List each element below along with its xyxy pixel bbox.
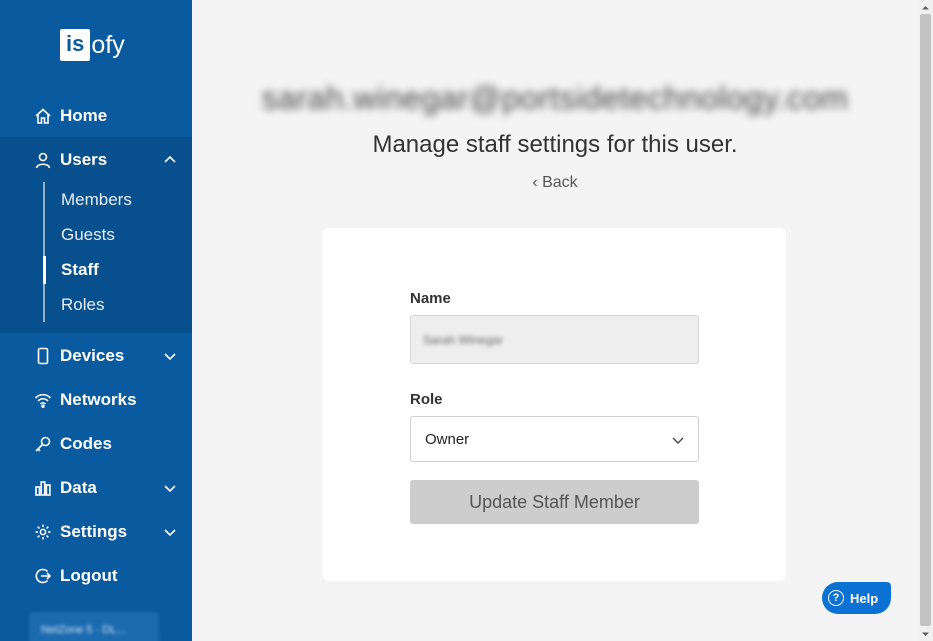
question-icon: ? xyxy=(828,590,844,606)
scroll-up-icon[interactable] xyxy=(921,3,930,12)
sidebar-subitem-staff[interactable]: Staff xyxy=(61,260,99,280)
chevron-down-icon xyxy=(672,437,684,444)
chevron-up-icon xyxy=(164,155,176,163)
help-label: Help xyxy=(850,590,879,606)
submenu-guide-line xyxy=(43,182,45,322)
chevron-down-icon xyxy=(164,353,176,361)
bar-chart-icon xyxy=(34,479,52,497)
home-icon xyxy=(34,107,52,125)
role-select[interactable]: Owner xyxy=(410,416,699,462)
chevron-left-icon: ‹ xyxy=(532,174,538,191)
key-icon xyxy=(34,435,52,453)
scroll-down-icon[interactable] xyxy=(921,630,930,639)
sidebar-item-label: Codes xyxy=(60,434,112,453)
scroll-thumb[interactable] xyxy=(920,14,931,626)
sidebar: is ofy Home Users Members Guests Staff R… xyxy=(0,0,192,641)
submenu-active-indicator xyxy=(43,256,46,284)
logo-text: ofy xyxy=(91,31,125,59)
back-label: Back xyxy=(542,174,578,191)
sidebar-subitem-members[interactable]: Members xyxy=(61,190,132,210)
sidebar-item-label: Settings xyxy=(60,522,128,541)
main-content: sarah.winegar@portsidetechnology.com Man… xyxy=(192,0,918,641)
vertical-scrollbar[interactable] xyxy=(918,0,933,641)
user-icon xyxy=(34,151,52,169)
sidebar-item-label: Home xyxy=(60,106,108,125)
chevron-down-icon xyxy=(164,529,176,537)
sidebar-item-label: Networks xyxy=(60,390,137,409)
chevron-down-icon xyxy=(164,485,176,493)
sidebar-item-home[interactable]: Home xyxy=(0,96,192,136)
phone-icon xyxy=(34,347,52,365)
wifi-icon xyxy=(34,391,52,409)
sidebar-item-settings[interactable]: Settings xyxy=(0,512,192,552)
sidebar-item-label: Data xyxy=(60,478,97,497)
gear-icon xyxy=(34,523,52,541)
user-email-heading: sarah.winegar@portsidetechnology.com xyxy=(261,80,849,116)
help-button[interactable]: ? Help xyxy=(822,582,891,614)
role-label: Role xyxy=(410,391,443,408)
sidebar-item-devices[interactable]: Devices xyxy=(0,336,192,376)
sidebar-item-data[interactable]: Data xyxy=(0,468,192,508)
sidebar-item-users[interactable]: Users xyxy=(0,140,192,180)
back-link[interactable]: ‹ Back xyxy=(192,174,918,192)
sidebar-item-networks[interactable]: Networks xyxy=(0,380,192,420)
site-badge[interactable]: NetZone 5 · DL... xyxy=(29,612,159,641)
name-label: Name xyxy=(410,290,451,307)
sidebar-subitem-roles[interactable]: Roles xyxy=(61,295,104,315)
update-staff-button[interactable]: Update Staff Member xyxy=(410,480,699,524)
staff-form-card: Name Sarah Winegar Role Owner Update Sta… xyxy=(323,228,786,581)
sidebar-subitem-guests[interactable]: Guests xyxy=(61,225,115,245)
sidebar-item-label: Logout xyxy=(60,566,118,585)
name-value: Sarah Winegar xyxy=(423,332,504,347)
isofy-logo[interactable]: is ofy xyxy=(60,29,125,61)
name-field: Sarah Winegar xyxy=(410,315,699,364)
logo-mark: is xyxy=(60,29,91,61)
sidebar-item-label: Users xyxy=(60,150,108,169)
sidebar-item-logout[interactable]: Logout xyxy=(0,556,192,596)
logout-icon xyxy=(34,567,52,585)
sidebar-item-codes[interactable]: Codes xyxy=(0,424,192,464)
role-value: Owner xyxy=(425,430,470,448)
page-subtitle: Manage staff settings for this user. xyxy=(372,131,738,158)
sidebar-item-label: Devices xyxy=(60,346,125,365)
